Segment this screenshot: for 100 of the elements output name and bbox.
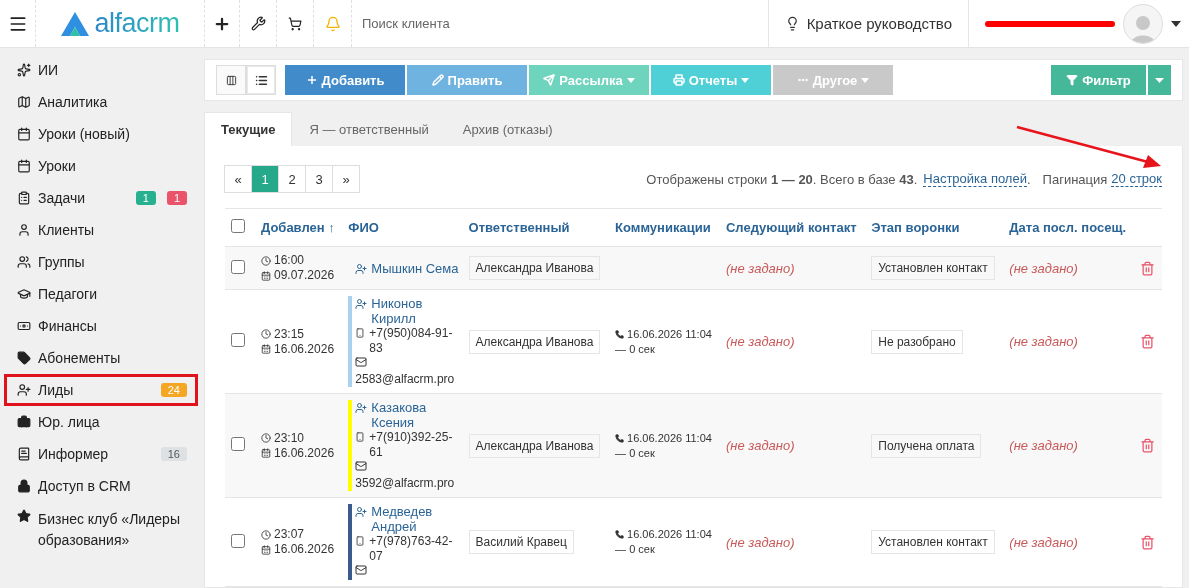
mail-icon (355, 460, 368, 472)
date-text: 16.06.2026 (274, 542, 335, 557)
printer-icon (672, 74, 685, 87)
email-text: 2583@alfacrm.pro (355, 372, 455, 387)
map-icon (17, 95, 31, 109)
calendar-icon (261, 448, 271, 458)
calendar-icon (261, 270, 271, 281)
page-button[interactable]: » (332, 165, 360, 193)
page-button[interactable]: 3 (305, 165, 333, 193)
lead-name-link[interactable]: Медведев Андрей (371, 504, 433, 534)
row-checkbox[interactable] (231, 333, 245, 347)
phone-text: +7(978)763-42- 07 (369, 534, 453, 564)
sidebar-item[interactable]: Уроки (4, 150, 198, 182)
user-plus-icon (355, 506, 368, 518)
funnel-icon (1066, 74, 1079, 87)
column-header[interactable]: Следующий контакт (719, 208, 866, 247)
sidebar-item[interactable]: Бизнес клуб «Лидеры образования» (4, 502, 198, 554)
phone-icon (615, 530, 625, 539)
page-button[interactable]: 2 (278, 165, 306, 193)
clock-icon (261, 255, 271, 266)
phone-text: +7(950)084-91- 83 (369, 326, 453, 356)
sidebar-item[interactable]: Группы (4, 246, 198, 278)
calendar-icon (17, 159, 31, 173)
star-icon (17, 509, 31, 523)
guide-button[interactable]: Краткое руководство (767, 0, 969, 47)
cart-icon[interactable] (288, 16, 302, 31)
calendar-icon (261, 344, 271, 354)
row-checkbox[interactable] (231, 259, 245, 274)
field-settings-link[interactable]: Настройка полей (923, 171, 1027, 187)
column-header[interactable]: ФИО (342, 208, 463, 247)
page-button[interactable]: « (224, 165, 252, 193)
tab[interactable]: Я — ответственный (292, 112, 446, 146)
sidebar-item[interactable]: Юр. лица (4, 406, 198, 438)
sidebar-item[interactable]: Финансы (4, 310, 198, 342)
responsible-chip: Александра Иванова (468, 256, 601, 280)
call-text: 16.06.2026 11:04 (627, 326, 712, 342)
sidebar-item[interactable]: Задачи 1 1 (4, 182, 198, 214)
column-header[interactable]: Дата посл. посещ. (1003, 208, 1135, 247)
count-badge: 1 (135, 191, 156, 205)
tab[interactable]: Архив (отказы) (445, 112, 570, 146)
responsible-chip: Александра Иванова (468, 433, 601, 458)
delete-icon[interactable] (1140, 260, 1156, 276)
sidebar-item[interactable]: Абонементы (4, 342, 198, 374)
wrench-icon[interactable] (250, 16, 266, 31)
sidebar-item[interactable]: Доступ в CRM (4, 470, 198, 502)
filter-dropdown-button[interactable] (1148, 65, 1171, 96)
toolbar-button[interactable]: Добавить (285, 65, 405, 96)
pagination-label: Пагинация (1042, 171, 1108, 187)
mail-icon (355, 356, 368, 368)
call-duration-text: — 0 сек (615, 542, 656, 557)
list-view-button[interactable] (246, 65, 276, 96)
columns-view-button[interactable] (216, 65, 246, 96)
clock-icon (261, 329, 271, 339)
delete-icon[interactable] (1140, 438, 1156, 453)
count-badge: 1 (166, 191, 187, 205)
lead-name-link[interactable]: Никонов Кирилл (371, 296, 423, 326)
sidebar-item[interactable]: Педагоги (4, 278, 198, 310)
delete-icon[interactable] (1140, 334, 1156, 349)
time-text: 23:07 (274, 527, 305, 542)
rows-per-page-link[interactable]: 20 строк (1111, 171, 1162, 187)
sidebar-item[interactable]: Информер 16 (4, 438, 198, 470)
user-plus-icon (355, 402, 368, 414)
clipboard-icon (17, 191, 31, 205)
rows-info-text: Отображены строки 1 — 20. Всего в базе 43. (646, 171, 918, 187)
column-header[interactable]: Ответственный (462, 208, 610, 247)
call-duration-text: — 0 сек (615, 341, 656, 357)
date-text: 16.06.2026 (274, 341, 335, 357)
time-text: 23:15 (274, 326, 305, 342)
lead-name-link[interactable]: Мышкин Сема (371, 260, 459, 276)
select-all-checkbox[interactable] (231, 219, 245, 233)
count-badge: 16 (160, 447, 187, 461)
caret-icon (741, 77, 750, 83)
row-checkbox[interactable] (231, 533, 245, 548)
calendar-icon (261, 544, 271, 555)
clock-icon (261, 433, 271, 443)
column-header[interactable]: Этап воронки (865, 208, 1004, 247)
calendar-icon (17, 127, 31, 141)
row-checkbox[interactable] (231, 437, 245, 451)
next-contact-text: (не задано) (725, 260, 795, 276)
last-visit-text: (не задано) (1009, 260, 1078, 276)
delete-icon[interactable] (1140, 534, 1156, 550)
columns-icon (225, 74, 237, 86)
phone-icon (355, 328, 366, 338)
sidebar-item[interactable]: Лиды 24 (4, 374, 198, 406)
email-text: 3592@alfacrm.pro (355, 476, 455, 491)
paper-plane-icon (543, 74, 556, 87)
stage-chip: Не разобрано (871, 329, 963, 354)
sidebar-item[interactable]: Аналитика (4, 86, 198, 118)
tab[interactable]: Текущие (204, 112, 293, 146)
sidebar-item[interactable]: Уроки (новый) (4, 118, 198, 150)
caret-icon[interactable] (1171, 20, 1181, 27)
lead-name-link[interactable]: Казакова Ксения (371, 400, 427, 430)
sidebar-item[interactable]: Клиенты (4, 214, 198, 246)
user-plus-icon (355, 298, 368, 310)
lock-icon (17, 479, 31, 493)
date-text: 16.06.2026 (274, 445, 335, 461)
sidebar-item[interactable]: ИИ (4, 54, 198, 86)
column-header[interactable]: Коммуникации (609, 208, 720, 247)
column-header[interactable]: Добавлен ↑ (255, 208, 343, 247)
mail-icon (355, 564, 368, 576)
